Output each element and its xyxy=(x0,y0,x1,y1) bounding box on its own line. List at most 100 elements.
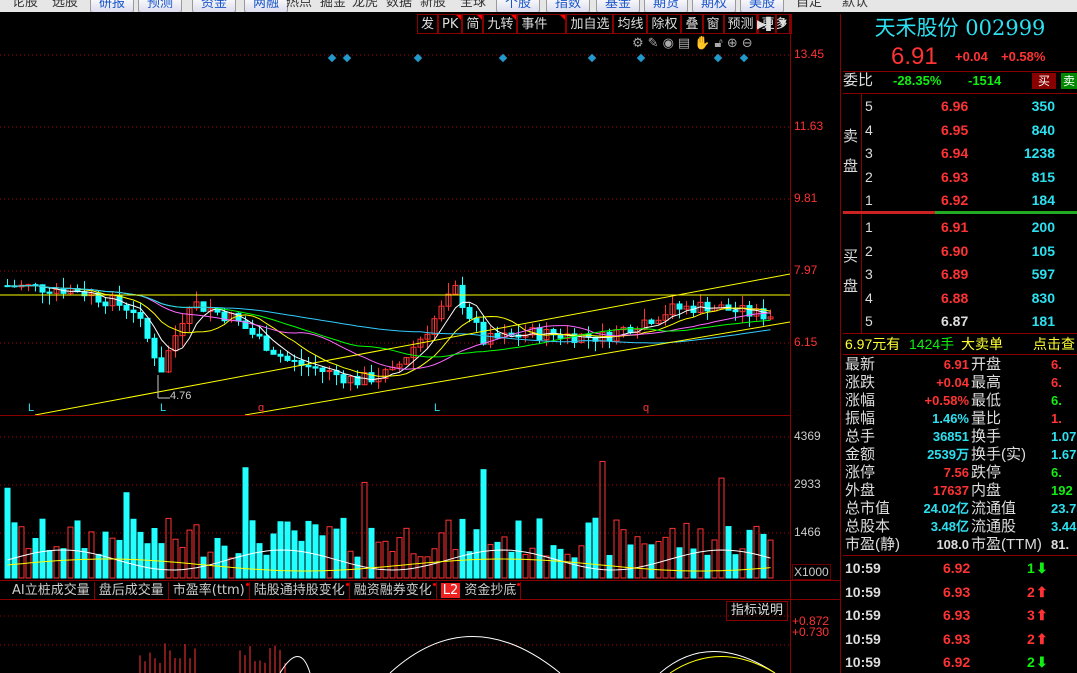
stat-label: 振幅 xyxy=(845,410,876,427)
sell-level[interactable]: 3 6.94 1238 xyxy=(843,144,1077,162)
tab-label: 盘后成交量 xyxy=(98,583,164,598)
stat-label: 流通值 xyxy=(971,500,1017,517)
stat-label: 总市值 xyxy=(845,500,891,517)
volume-bar xyxy=(606,554,613,579)
stat-label: 涨跌 xyxy=(845,374,876,391)
candle xyxy=(732,309,739,313)
bigorder-qty: 1424手 xyxy=(909,336,955,352)
sell-level[interactable]: 2 6.93 815 xyxy=(843,168,1077,186)
trade-volume: 1 xyxy=(1027,560,1035,576)
volume-bar xyxy=(648,544,655,579)
level-number: 5 xyxy=(865,98,873,114)
stat-label: 换手 xyxy=(971,428,1002,445)
trade-time: 10:59 xyxy=(845,607,881,623)
volume-bar xyxy=(53,546,60,579)
trade-price: 6.93 xyxy=(943,607,971,623)
divider xyxy=(0,415,790,416)
volume-bar xyxy=(424,556,431,579)
buy-level[interactable]: 3 6.89 597 xyxy=(843,265,1077,283)
indicator-tab[interactable]: 陆股通持股变化 xyxy=(250,582,350,600)
price-change-pct: +0.58% xyxy=(1001,49,1046,64)
volume-bar xyxy=(137,531,144,579)
trade-time: 10:59 xyxy=(845,654,881,670)
trade-time: 10:59 xyxy=(845,630,881,647)
level-volume: 830 xyxy=(1031,289,1055,306)
trade-row: 10:59 6.93 2 ⬆ xyxy=(843,630,1077,648)
stat-value: +0.58% xyxy=(924,393,969,408)
level-volume: 840 xyxy=(1031,121,1055,138)
candle xyxy=(158,357,165,373)
buy-button[interactable]: 买 xyxy=(1032,73,1056,89)
volume-bar xyxy=(382,540,389,579)
volume-bar xyxy=(102,531,109,579)
candle xyxy=(284,355,291,361)
indicator-tab[interactable]: AI立桩成交量 xyxy=(0,582,95,600)
sell-button[interactable]: 卖 xyxy=(1061,73,1077,89)
indicator-tab[interactable]: 市盈率(ttm) xyxy=(169,582,250,600)
buy-level[interactable]: 2 6.90 105 xyxy=(843,242,1077,260)
volume-bar xyxy=(494,541,501,579)
stat-value: 24.02亿 xyxy=(923,501,969,516)
volume-bar xyxy=(396,537,403,579)
volume-bar xyxy=(599,460,606,579)
candle xyxy=(473,317,480,323)
sell-level[interactable]: 5 6.96 350 xyxy=(843,97,1077,115)
nav-18[interactable]: 自定 xyxy=(796,0,822,11)
trade-time: 10:59 xyxy=(845,583,881,600)
candle xyxy=(270,349,277,355)
candle xyxy=(144,317,151,339)
candle xyxy=(368,372,375,383)
arrow-up-icon: ⬆ xyxy=(1036,583,1048,600)
volume-bar xyxy=(375,541,382,579)
kline-chart[interactable] xyxy=(0,0,790,673)
indicator-help-button[interactable]: 指标说明 xyxy=(726,601,788,621)
indicator-line xyxy=(659,651,776,673)
volume-bar xyxy=(81,548,88,579)
volume-bar xyxy=(200,556,207,579)
volume-bar xyxy=(11,522,18,579)
volume-bar xyxy=(501,536,508,579)
sell-level[interactable]: 4 6.95 840 xyxy=(843,121,1077,139)
volume-bar xyxy=(312,524,319,579)
level-price: 6.90 xyxy=(941,242,969,259)
buy-level[interactable]: 1 6.91 200 xyxy=(843,218,1077,236)
volume-bar xyxy=(515,520,522,579)
weibi-label: 委比 xyxy=(843,72,874,89)
quote-panel: 天禾股份 002999 6.91 +0.04 +0.58% 委比 -28.35%… xyxy=(843,14,1077,673)
tab-label: AI立桩成交量 xyxy=(12,583,90,598)
trade-row: 10:59 6.92 2 ⬇ xyxy=(843,653,1077,671)
trade-row: 10:59 6.93 2 ⬆ xyxy=(843,583,1077,601)
indicator-tab[interactable]: 盘后成交量 xyxy=(95,582,169,600)
level-number: 2 xyxy=(865,242,873,259)
volume-bar xyxy=(452,549,459,579)
stat-value: 108.0 xyxy=(936,537,969,552)
volume-bar xyxy=(256,543,263,579)
trade-volume: 2 xyxy=(1027,583,1035,600)
level-number: 1 xyxy=(865,219,873,235)
buy-level[interactable]: 5 6.87 181 xyxy=(843,312,1077,330)
volume-bar xyxy=(214,537,221,579)
sell-level[interactable]: 1 6.92 184 xyxy=(843,191,1077,209)
marker-q: q xyxy=(643,402,650,414)
stat-label: 涨幅 xyxy=(845,392,876,409)
volume-bar xyxy=(389,550,396,579)
volume-bar xyxy=(480,469,487,579)
nav-19[interactable]: 默认 xyxy=(842,0,868,11)
candle xyxy=(277,353,284,357)
buy-level[interactable]: 4 6.88 830 xyxy=(843,289,1077,307)
volume-bar xyxy=(662,536,669,579)
indicator-tab[interactable]: L2 资金抄底 xyxy=(437,582,522,600)
level-number: 2 xyxy=(865,168,873,185)
trade-price: 6.92 xyxy=(943,654,971,670)
volume-bar xyxy=(655,540,662,579)
stat-row: 总市值 24.02亿流通值 23.75 xyxy=(843,500,1077,518)
volume-tick: 2933 xyxy=(794,477,821,491)
candle xyxy=(130,309,137,314)
indicator-tab[interactable]: 融资融券变化 xyxy=(350,582,437,600)
volume-bar xyxy=(368,527,375,579)
bigorder-link[interactable]: 点击查 xyxy=(1033,335,1075,353)
level-volume: 200 xyxy=(1031,219,1055,235)
candle xyxy=(263,335,270,351)
bigorder-price: 6.97元有 xyxy=(845,336,901,352)
stat-row: 市盈(静) 108.0 市盈(TTM) 81. xyxy=(843,536,1077,554)
